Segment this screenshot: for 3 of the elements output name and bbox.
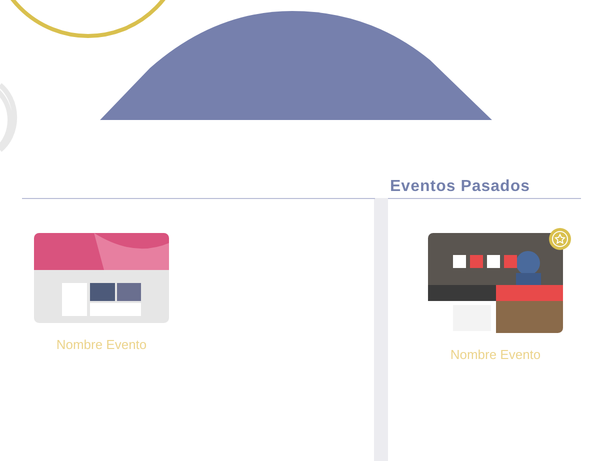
section-title: Eventos Pasados: [388, 178, 581, 199]
event-name[interactable]: Nombre Evento: [450, 347, 541, 362]
event-name[interactable]: Nombre Evento: [56, 337, 147, 352]
